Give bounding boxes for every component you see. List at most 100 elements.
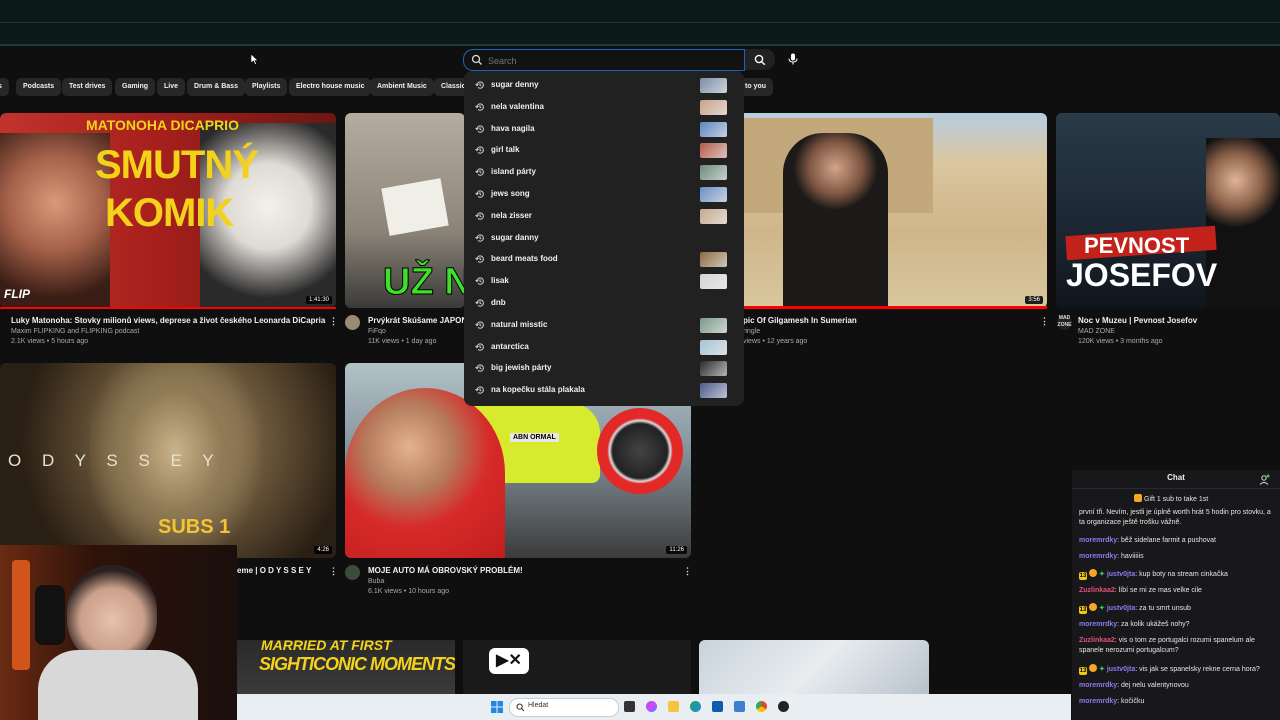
more-options-icon[interactable]: ⋮ — [1040, 316, 1049, 327]
thumbnail-person-left — [0, 133, 110, 308]
history-icon — [475, 321, 484, 329]
search-box[interactable] — [463, 49, 745, 71]
search-suggestion-item[interactable]: jews song — [464, 184, 744, 206]
video-title[interactable]: Prvýkrát Skúšame JAPONS — [368, 316, 473, 325]
avatar[interactable]: MAD ZONE — [1057, 315, 1072, 330]
channel-name[interactable]: Maxim FLIPKING and FLIPKING podcast — [11, 328, 139, 335]
watch-progress-bar — [0, 307, 336, 309]
video-thumbnail[interactable]: O D Y S S E Y SUBS 1 4:26 — [0, 363, 336, 558]
search-suggestion-item[interactable]: hava nagila — [464, 119, 744, 141]
chip-podcasts[interactable]: Podcasts — [16, 78, 62, 96]
chat-username[interactable]: moremrdky — [1079, 537, 1117, 544]
search-icon — [516, 703, 525, 712]
video-title[interactable]: MOJE AUTO MÁ OBROVSKÝ PROBLÉM! — [368, 566, 523, 575]
top-banner — [0, 0, 1280, 46]
chip-playlists[interactable]: Playlists — [245, 78, 288, 96]
avatar[interactable] — [345, 315, 360, 330]
chat-username[interactable]: moremrdky — [1079, 682, 1117, 689]
file-explorer-icon[interactable] — [668, 701, 679, 712]
chat-users-icon[interactable] — [1258, 473, 1270, 485]
search-suggestion-item[interactable]: sugar denny — [464, 75, 744, 97]
chip-drum-bass[interactable]: Drum & Bass — [187, 78, 245, 96]
video-title[interactable]: Luky Matonoha: Stovky milionů views, dep… — [11, 316, 325, 325]
task-view-icon[interactable] — [624, 701, 635, 712]
gift-badge-icon — [1089, 569, 1097, 578]
search-suggestion-item[interactable]: island párty — [464, 162, 744, 184]
suggestion-text: big jewish párty — [491, 363, 552, 373]
chat-username[interactable]: moremrdky — [1079, 553, 1117, 560]
search-suggestion-item[interactable]: big jewish párty — [464, 358, 744, 380]
chat-username[interactable]: justv0jta — [1107, 571, 1135, 578]
chip-live[interactable]: Live — [157, 78, 186, 96]
streamer-shirt — [38, 650, 198, 720]
video-thumbnail[interactable] — [699, 640, 929, 694]
channel-name[interactable]: FiFqo — [368, 328, 386, 335]
channel-name[interactable]: ringle — [743, 328, 760, 335]
voice-search-button[interactable] — [782, 48, 804, 70]
suggestion-thumbnail — [700, 383, 727, 399]
search-suggestion-item[interactable]: antarctica — [464, 337, 744, 359]
chat-message: moremrdky: za kolik ukážeš nohy? — [1079, 620, 1190, 628]
app-icon[interactable] — [734, 701, 745, 712]
chat-message: moremrdky: běž sidelane farmit a pushova… — [1079, 536, 1216, 544]
channel-name[interactable]: MAD ZONE — [1078, 328, 1115, 335]
suggestion-text: sugar denny — [491, 80, 539, 89]
video-title[interactable]: eme | O D Y S S E Y — [237, 566, 311, 575]
search-button[interactable] — [745, 49, 775, 70]
history-icon — [475, 212, 484, 220]
video-meta: views • 12 years ago — [743, 338, 808, 345]
search-suggestion-item[interactable]: nela valentina — [464, 97, 744, 119]
search-suggestion-item[interactable]: sugar danny — [464, 228, 744, 250]
obs-icon[interactable] — [778, 701, 789, 712]
edge-icon[interactable] — [690, 701, 701, 712]
video-thumbnail[interactable]: 3:56 — [743, 113, 1047, 308]
more-options-icon[interactable]: ⋮ — [329, 316, 338, 327]
store-icon[interactable] — [712, 701, 723, 712]
taskbar-search-label: Hledat — [528, 702, 549, 709]
video-thumbnail[interactable]: MATONOHA DICAPRIO SMUTNÝ KOMIK FLIP 1:41… — [0, 113, 336, 308]
search-suggestion-item[interactable]: girl talk — [464, 140, 744, 162]
copilot-icon[interactable] — [646, 701, 657, 712]
chip-electro-house[interactable]: Electro house music — [289, 78, 372, 96]
thumbnail-text: UŽ N — [383, 261, 465, 304]
video-meta: 120K views • 3 months ago — [1078, 338, 1163, 345]
more-options-icon[interactable]: ⋮ — [329, 566, 338, 577]
chat-username[interactable]: Zuzlinkaa2 — [1079, 587, 1115, 594]
thumbnail-license-plate: ABN ORMAL — [510, 433, 559, 442]
suggestion-thumbnail — [700, 165, 727, 181]
chip-partial[interactable]: s — [0, 78, 9, 96]
gift-sub-banner[interactable]: Gift 1 sub to take 1st — [1134, 494, 1208, 503]
chip-ambient-music[interactable]: Ambient Music — [370, 78, 434, 96]
chat-username[interactable]: justv0jta — [1107, 666, 1135, 673]
search-suggestion-item[interactable]: dnb — [464, 293, 744, 315]
search-suggestion-item[interactable]: natural misstic — [464, 315, 744, 337]
history-icon — [475, 299, 484, 307]
avatar[interactable] — [345, 565, 360, 580]
search-suggestion-item[interactable]: beard meats food — [464, 249, 744, 271]
search-suggestion-item[interactable]: lisak — [464, 271, 744, 293]
chat-panel: Chat Gift 1 sub to take 1st první tři. N… — [1072, 470, 1280, 720]
chrome-icon[interactable] — [756, 701, 767, 712]
suggestion-text: dnb — [491, 298, 506, 307]
video-thumbnail[interactable]: MARRIED AT FIRST SIGHTICONIC MOMENTS — [237, 640, 455, 694]
chat-text: za kolik ukážeš nohy? — [1121, 620, 1190, 628]
chip-gaming[interactable]: Gaming — [115, 78, 156, 96]
chip-test-drives[interactable]: Test drives — [62, 78, 113, 96]
video-thumbnail[interactable]: PEVNOST JOSEFOV — [1056, 113, 1280, 308]
search-input[interactable] — [486, 52, 730, 70]
chat-username[interactable]: justv0jta — [1107, 605, 1135, 612]
video-title[interactable]: Noc v Muzeu | Pevnost Josefov — [1078, 316, 1197, 325]
chat-username[interactable]: moremrdky — [1079, 698, 1117, 705]
windows-start-icon[interactable] — [491, 701, 503, 713]
video-thumbnail[interactable]: UŽ N — [345, 113, 465, 308]
taskbar-search[interactable]: Hledat — [509, 698, 619, 717]
video-title[interactable]: pic Of Gilgamesh In Sumerian — [743, 316, 857, 325]
channel-name[interactable]: Buba — [368, 578, 384, 585]
video-thumbnail[interactable]: ▶✕ — [463, 640, 691, 694]
search-suggestion-item[interactable]: nela zisser — [464, 206, 744, 228]
chat-username[interactable]: Zuzlinkaa2 — [1079, 637, 1115, 644]
more-options-icon[interactable]: ⋮ — [683, 566, 692, 577]
thumbnail-paper — [381, 178, 449, 236]
chat-username[interactable]: moremrdky — [1079, 621, 1117, 628]
search-suggestion-item[interactable]: na kopečku stála plakala — [464, 380, 744, 402]
